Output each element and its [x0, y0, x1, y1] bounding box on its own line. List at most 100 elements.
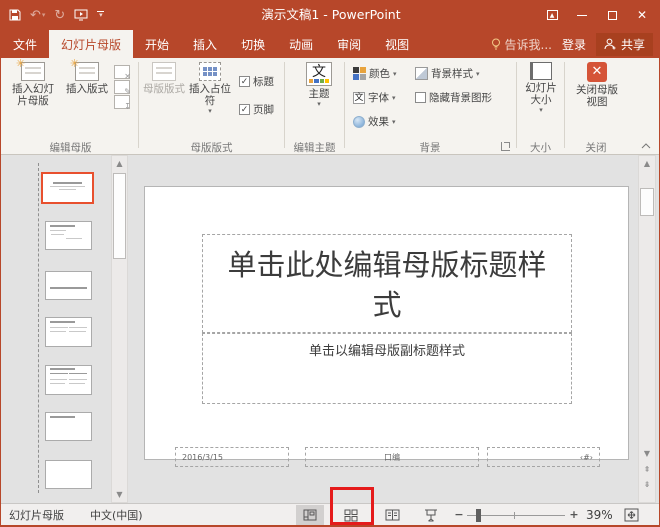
collapse-ribbon-icon[interactable] — [641, 143, 651, 149]
tutorial-highlight-box — [330, 487, 374, 525]
view-name-label[interactable]: 幻灯片母版 — [9, 507, 64, 523]
slide-thumbnail-title-only[interactable] — [45, 412, 92, 441]
insert-slide-master-button[interactable]: ✳ 插入幻灯片母版 — [7, 62, 59, 107]
hide-background-graphics-row[interactable]: 隐藏背景图形 — [415, 90, 492, 105]
insert-placeholder-icon — [199, 62, 221, 81]
colors-icon — [353, 67, 366, 80]
panel-scrollbar[interactable]: ▲ ▼ — [111, 155, 128, 503]
group-label-size: 大小 — [517, 140, 564, 154]
themes-button[interactable]: 文 主题 ▾ — [299, 62, 339, 108]
footer-placeholder[interactable]: 口编 — [305, 447, 479, 467]
tab-animations[interactable]: 动画 — [277, 30, 325, 58]
maximize-button[interactable] — [597, 0, 627, 30]
footer-checkbox[interactable]: ✓ — [239, 104, 250, 115]
zoom-level-label[interactable]: 39% — [586, 504, 613, 526]
reading-view-icon — [385, 509, 400, 521]
scroll-up-icon[interactable]: ▲ — [112, 157, 127, 170]
insert-placeholder-button[interactable]: 插入占位符 ▾ — [189, 62, 231, 115]
tab-home[interactable]: 开始 — [133, 30, 181, 58]
zoom-slider-midtick — [514, 512, 515, 519]
master-layout-icon — [152, 62, 176, 81]
zoom-slider-track[interactable] — [467, 515, 565, 516]
sign-in-button[interactable]: 登录 — [562, 36, 586, 53]
minimize-button[interactable] — [567, 0, 597, 30]
slide-size-icon — [530, 62, 552, 80]
fit-to-window-button[interactable] — [624, 508, 639, 522]
tab-view[interactable]: 视图 — [373, 30, 421, 58]
workspace: ▲ ▼ 单击此处编辑母版标题样式 单击以编辑母版副标题样式 2016/3/15 … — [1, 155, 660, 503]
slide-number-placeholder[interactable]: ‹#› — [487, 447, 600, 467]
fit-to-window-icon — [624, 508, 639, 522]
slide-thumbnail-comparison[interactable] — [45, 365, 92, 395]
previous-slide-icon[interactable]: ⇞ — [639, 463, 655, 476]
scroll-down-icon[interactable]: ▼ — [112, 488, 127, 501]
close-master-view-button[interactable]: ✕ 关闭母版视图 — [571, 62, 623, 108]
hide-background-graphics-checkbox[interactable] — [415, 92, 426, 103]
panel-scrollbar-thumb[interactable] — [113, 173, 126, 259]
powerpoint-window: ↶▾ ↻ ▾ 演示文稿1 - PowerPoint ▲ ✕ 文件 幻灯片母版 开… — [0, 0, 660, 527]
normal-view-button[interactable] — [296, 505, 324, 525]
close-button[interactable]: ✕ — [627, 0, 657, 30]
slide-thumbnail-two-content[interactable] — [45, 317, 92, 347]
tell-me-box[interactable]: 告诉我... — [491, 36, 552, 53]
insert-layout-button[interactable]: ✳ 插入版式 — [63, 62, 111, 95]
title-bar: ↶▾ ↻ ▾ 演示文稿1 - PowerPoint ▲ ✕ — [1, 0, 660, 30]
preserve-slide-icon[interactable]: ↧ — [114, 95, 130, 109]
slideshow-icon — [424, 509, 438, 522]
insert-slide-master-icon: ✳ — [21, 62, 45, 81]
thumbnail-panel: ▲ ▼ — [1, 155, 131, 503]
next-slide-icon[interactable]: ⇟ — [639, 478, 655, 491]
background-styles-button[interactable]: 背景样式▾ — [415, 66, 480, 81]
tab-review[interactable]: 审阅 — [325, 30, 373, 58]
scroll-down-icon[interactable]: ▼ — [639, 447, 655, 460]
delete-slide-icon[interactable]: ✕ — [114, 65, 130, 79]
title-checkbox[interactable]: ✓ — [239, 76, 250, 87]
main-scrollbar-thumb[interactable] — [640, 188, 654, 216]
slide-size-button[interactable]: 幻灯片大小 ▾ — [522, 62, 560, 114]
language-label[interactable]: 中文(中国) — [90, 507, 143, 523]
fonts-button[interactable]: 文 字体▾ — [353, 90, 396, 105]
layout-hierarchy-line — [38, 163, 39, 493]
effects-icon — [353, 116, 365, 128]
slide-thumbnail-title-slide[interactable] — [41, 172, 94, 204]
reading-view-button[interactable] — [378, 505, 406, 525]
background-styles-icon — [415, 67, 428, 80]
share-button[interactable]: 共享 — [596, 33, 653, 56]
group-label-background: 背景 — [345, 140, 515, 154]
tab-insert[interactable]: 插入 — [181, 30, 229, 58]
tab-file[interactable]: 文件 — [1, 30, 49, 58]
tab-slide-master[interactable]: 幻灯片母版 — [49, 30, 133, 58]
slide-canvas[interactable]: 单击此处编辑母版标题样式 单击以编辑母版副标题样式 2016/3/15 口编 ‹… — [144, 186, 629, 460]
slide-thumbnail-section-header[interactable] — [45, 271, 92, 300]
insert-layout-icon: ✳ — [75, 62, 99, 81]
group-label-edit-theme: 编辑主题 — [285, 140, 344, 154]
zoom-slider-thumb[interactable] — [476, 509, 481, 522]
ribbon-display-options-icon[interactable]: ▲ — [537, 0, 567, 30]
master-layout-button[interactable]: 母版版式 — [143, 62, 185, 95]
main-scrollbar[interactable]: ▲ ▼ ⇞ ⇟ — [638, 155, 656, 503]
tab-transitions[interactable]: 切换 — [229, 30, 277, 58]
date-placeholder[interactable]: 2016/3/15 — [175, 447, 289, 467]
group-label-edit-master: 编辑母版 — [3, 140, 138, 154]
title-placeholder[interactable]: 单击此处编辑母版标题样式 — [202, 234, 572, 333]
zoom-in-button[interactable]: + — [567, 505, 581, 525]
close-master-view-icon: ✕ — [587, 62, 607, 82]
zoom-out-button[interactable]: − — [452, 505, 466, 525]
lightbulb-icon — [491, 38, 501, 51]
slideshow-view-button[interactable] — [417, 505, 445, 525]
slide-thumbnail-title-content[interactable] — [45, 221, 92, 250]
person-plus-icon — [604, 38, 617, 51]
footer-checkbox-row[interactable]: ✓ 页脚 — [239, 102, 274, 117]
fonts-icon: 文 — [353, 92, 365, 104]
colors-button[interactable]: 颜色▾ — [353, 66, 397, 81]
scroll-up-icon[interactable]: ▲ — [639, 157, 655, 170]
slide-thumbnail-blank[interactable] — [45, 460, 92, 489]
effects-button[interactable]: 效果▾ — [353, 114, 396, 129]
background-dialog-launcher-icon[interactable] — [501, 142, 510, 151]
subtitle-placeholder[interactable]: 单击以编辑母版副标题样式 — [202, 333, 572, 404]
group-label-close: 关闭 — [567, 140, 625, 154]
title-checkbox-row[interactable]: ✓ 标题 — [239, 74, 274, 89]
rename-slide-icon[interactable]: ✎ — [114, 80, 130, 94]
ribbon: ✳ 插入幻灯片母版 ✳ 插入版式 ✕ ✎ ↧ 编辑母版 母版版式 插入占位符 ▾… — [1, 58, 660, 155]
themes-icon: 文 — [306, 62, 332, 86]
